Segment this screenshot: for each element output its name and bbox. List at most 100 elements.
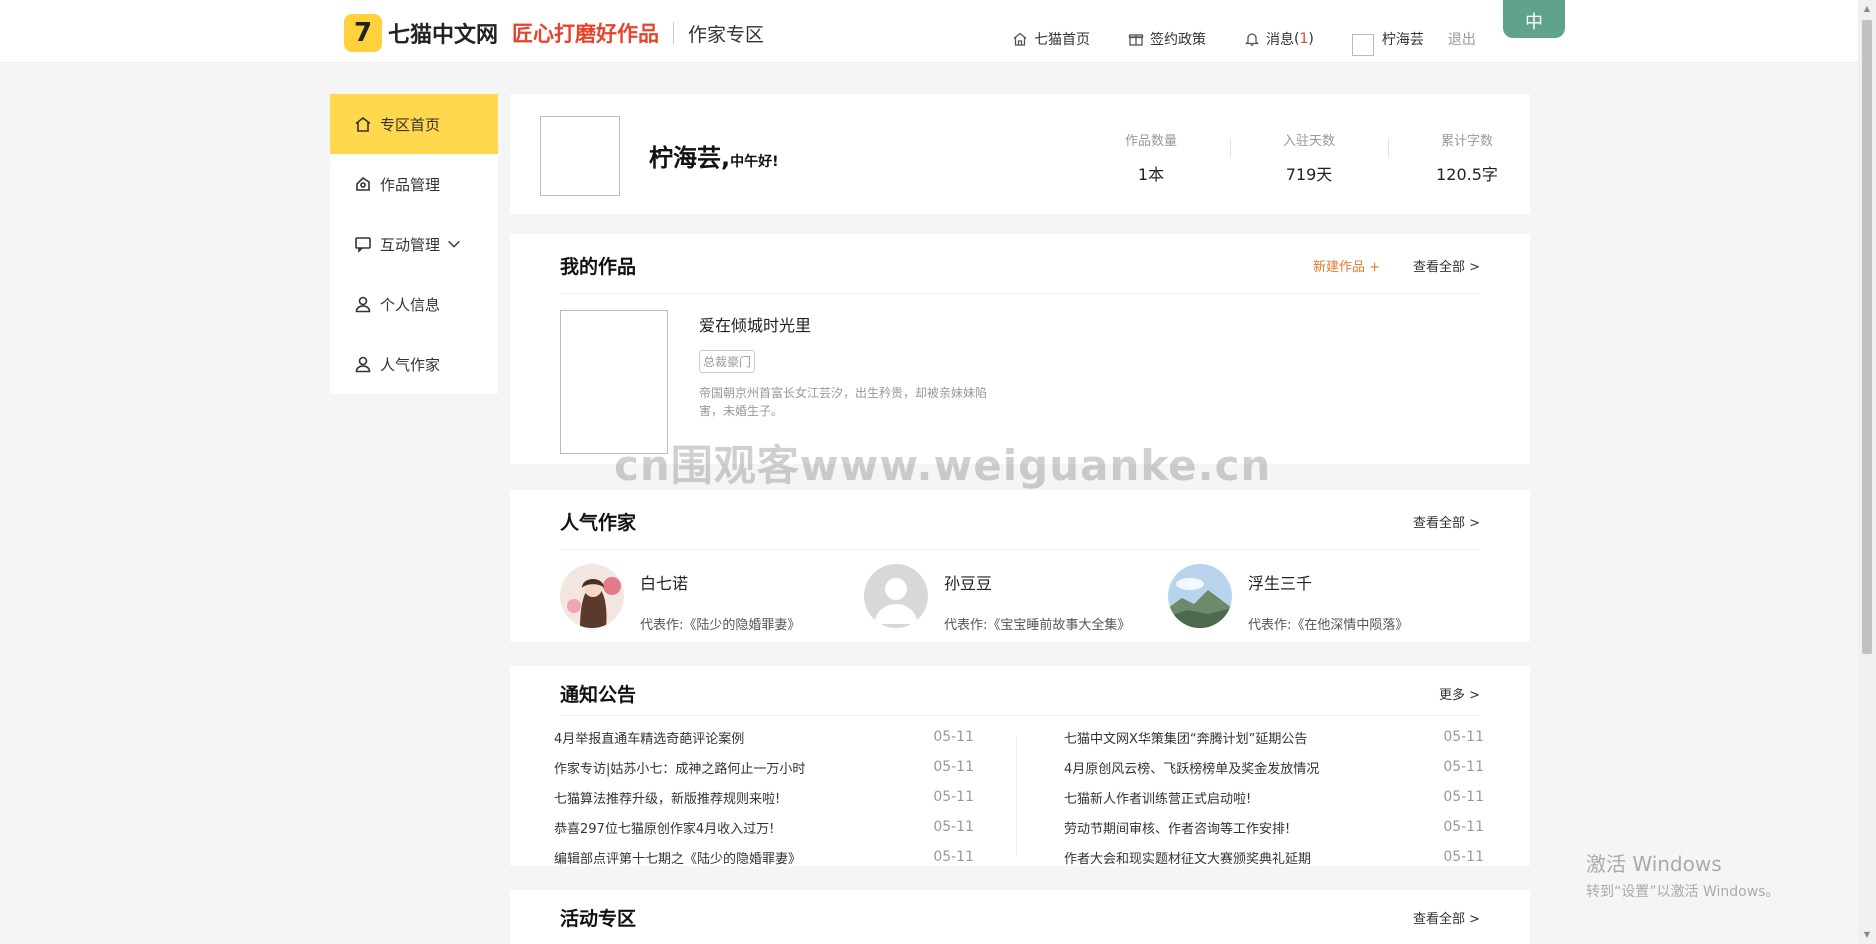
- notice-item[interactable]: 七猫算法推荐升级，新版推荐规则来啦! 05-11: [554, 782, 974, 812]
- notice-text[interactable]: 七猫中文网X华策集团“奔腾计划”延期公告: [1064, 728, 1307, 747]
- stat-days: 入驻天数 719天: [1230, 130, 1388, 185]
- notice-item[interactable]: 七猫中文网X华策集团“奔腾计划”延期公告 05-11: [1064, 722, 1484, 752]
- notice-item[interactable]: 编辑部点评第十七期之《陆少的隐婚罪妻》 05-11: [554, 842, 974, 872]
- home-icon: [1013, 32, 1027, 46]
- notice-item[interactable]: 4月原创风云榜、飞跃榜榜单及奖金发放情况 05-11: [1064, 752, 1484, 782]
- profile-card: 柠海芸,中午好! 作品数量 1本 入驻天数 719天 累计字数 120.5字: [510, 94, 1530, 214]
- corner-badge[interactable]: 中: [1503, 0, 1565, 38]
- sidebar-item-label: 人气作家: [380, 355, 441, 374]
- default-avatar-icon[interactable]: [864, 564, 928, 628]
- more-notices-link[interactable]: 更多 >: [1439, 684, 1480, 703]
- cat-logo-icon: 7: [344, 14, 382, 52]
- notice-item[interactable]: 4月举报直通车精选奇葩评论案例 05-11: [554, 722, 974, 752]
- author-representative-work: 代表作:《在他深情中陨落》: [1248, 614, 1408, 633]
- notice-item[interactable]: 恭喜297位七猫原创作家4月收入过万! 05-11: [554, 812, 974, 842]
- author-name[interactable]: 孙豆豆: [944, 570, 1130, 594]
- notices-card: 通知公告 更多 > 4月举报直通车精选奇葩评论案例 05-11 作家专访|姑苏小七…: [510, 666, 1530, 867]
- work-title[interactable]: 爱在倾城时光里: [699, 312, 811, 336]
- logout-link[interactable]: 退出: [1448, 29, 1476, 49]
- notice-text[interactable]: 作家专访|姑苏小七：成神之路何止一万小时: [554, 758, 805, 777]
- sidebar-item-profile[interactable]: 个人信息: [330, 274, 498, 334]
- nav-messages-link[interactable]: 消息(1): [1244, 29, 1314, 49]
- my-works-card: 我的作品 新建作品 + 查看全部 > 爱在倾城时光里 总裁豪门 帝国朝京州首富长…: [510, 234, 1530, 464]
- scroll-down-arrow-icon[interactable]: ▼: [1862, 930, 1872, 940]
- sidebar-item-works[interactable]: 作品管理: [330, 154, 498, 214]
- notice-date: 05-11: [1443, 789, 1484, 805]
- notice-list-right: 七猫中文网X华策集团“奔腾计划”延期公告 05-11 4月原创风云榜、飞跃榜榜单及…: [1064, 722, 1484, 872]
- view-all-works-link[interactable]: 查看全部 >: [1413, 256, 1480, 275]
- notice-text[interactable]: 七猫新人作者训练营正式启动啦!: [1064, 788, 1251, 807]
- site-logo[interactable]: 7 七猫中文网 匠心打磨好作品 作家专区: [344, 14, 764, 52]
- notice-text[interactable]: 编辑部点评第十七期之《陆少的隐婚罪妻》: [554, 848, 801, 867]
- notice-item[interactable]: 作者大会和现实题材征文大赛颁奖典礼延期 05-11: [1064, 842, 1484, 872]
- nav-home-link[interactable]: 七猫首页: [1012, 29, 1090, 49]
- author-avatar[interactable]: [1168, 564, 1232, 628]
- chevron-down-icon: [448, 240, 460, 248]
- user-icon: [355, 296, 371, 313]
- profile-greeting: 中午好!: [730, 154, 779, 170]
- profile-avatar[interactable]: [540, 116, 620, 196]
- representative-prefix: 代表作:: [640, 618, 684, 633]
- notice-text[interactable]: 七猫算法推荐升级，新版推荐规则来啦!: [554, 788, 780, 807]
- representative-title[interactable]: 《宝宝睡前故事大全集》: [987, 618, 1130, 633]
- author-info: 浮生三千 代表作:《在他深情中陨落》: [1248, 564, 1408, 633]
- representative-title[interactable]: 《在他深情中陨落》: [1291, 618, 1408, 633]
- sidebar-item-label: 专区首页: [380, 115, 441, 134]
- stats-row: 作品数量 1本 入驻天数 719天 累计字数 120.5字: [1072, 130, 1546, 185]
- stat-value: 719天: [1285, 165, 1333, 184]
- notice-date: 05-11: [933, 849, 974, 865]
- popular-authors-card: 人气作家 查看全部 > 白七诺 代表作:《陆少的隐婚罪妻》 孙豆豆 代表作:《宝…: [510, 490, 1530, 642]
- stat-word-count: 累计字数 120.5字: [1388, 130, 1546, 185]
- notice-date: 05-11: [933, 759, 974, 775]
- author-card[interactable]: 孙豆豆 代表作:《宝宝睡前故事大全集》: [864, 564, 1130, 633]
- new-work-button[interactable]: 新建作品 +: [1313, 256, 1380, 275]
- sidebar-item-interaction[interactable]: 互动管理: [330, 214, 498, 274]
- notice-date: 05-11: [1443, 729, 1484, 745]
- nav-policy-link[interactable]: 签约政策: [1128, 29, 1206, 49]
- section-title: 活动专区: [560, 908, 637, 930]
- notice-item[interactable]: 作家专访|姑苏小七：成神之路何止一万小时 05-11: [554, 752, 974, 782]
- nav-policy-label: 签约政策: [1150, 32, 1206, 48]
- user-icon: [355, 356, 371, 373]
- work-genre-tag: 总裁豪门: [699, 350, 756, 373]
- author-name[interactable]: 浮生三千: [1248, 570, 1408, 594]
- stat-value: 120.5字: [1436, 165, 1498, 184]
- stat-label: 累计字数: [1440, 134, 1493, 149]
- activity-card: 活动专区 查看全部 >: [510, 890, 1530, 944]
- user-avatar[interactable]: [1351, 34, 1374, 56]
- username[interactable]: 柠海芸: [1382, 29, 1424, 49]
- author-card[interactable]: 白七诺 代表作:《陆少的隐婚罪妻》: [560, 564, 800, 633]
- activation-subtitle: 转到“设置”以激活 Windows。: [1586, 884, 1780, 900]
- corner-badge-text: 中: [1525, 12, 1543, 33]
- author-name[interactable]: 白七诺: [640, 570, 800, 594]
- message-count-badge: 1: [1299, 31, 1309, 47]
- notice-text[interactable]: 恭喜297位七猫原创作家4月收入过万!: [554, 818, 774, 837]
- sidebar-item-popular-authors[interactable]: 人气作家: [330, 334, 498, 394]
- author-card[interactable]: 浮生三千 代表作:《在他深情中陨落》: [1168, 564, 1408, 633]
- profile-name-text: 柠海芸,: [649, 144, 731, 172]
- msg-close-paren: ): [1308, 31, 1314, 47]
- scroll-thumb[interactable]: [1862, 20, 1872, 654]
- notice-text[interactable]: 作者大会和现实题材征文大赛颁奖典礼延期: [1064, 848, 1311, 867]
- page-scrollbar[interactable]: ▲ ▼: [1858, 0, 1876, 944]
- stat-value: 1本: [1137, 165, 1165, 184]
- notice-item[interactable]: 七猫新人作者训练营正式启动啦! 05-11: [1064, 782, 1484, 812]
- top-nav: 七猫首页 签约政策 消息(1) 柠海芸 退出: [1012, 22, 1476, 56]
- author-avatar[interactable]: [560, 564, 624, 628]
- representative-title[interactable]: 《陆少的隐婚罪妻》: [683, 618, 800, 633]
- tag-icon: [356, 176, 370, 191]
- section-header: 人气作家 查看全部 >: [560, 490, 1480, 550]
- view-all-authors-link[interactable]: 查看全部 >: [1413, 512, 1480, 531]
- section-title: 我的作品: [560, 256, 637, 278]
- notice-date: 05-11: [1443, 849, 1484, 865]
- notice-text[interactable]: 4月举报直通车精选奇葩评论案例: [554, 728, 744, 747]
- chat-icon: [355, 237, 371, 253]
- view-all-activities-link[interactable]: 查看全部 >: [1413, 908, 1480, 927]
- notice-text[interactable]: 4月原创风云榜、飞跃榜榜单及奖金发放情况: [1064, 758, 1319, 777]
- notice-text[interactable]: 劳动节期间审核、作者咨询等工作安排!: [1064, 818, 1290, 837]
- logo-text: 七猫中文网: [388, 23, 499, 48]
- scroll-up-arrow-icon[interactable]: ▲: [1862, 4, 1872, 14]
- notice-item[interactable]: 劳动节期间审核、作者咨询等工作安排! 05-11: [1064, 812, 1484, 842]
- nav-home-label: 七猫首页: [1034, 32, 1090, 48]
- sidebar-item-home[interactable]: 专区首页: [330, 94, 498, 154]
